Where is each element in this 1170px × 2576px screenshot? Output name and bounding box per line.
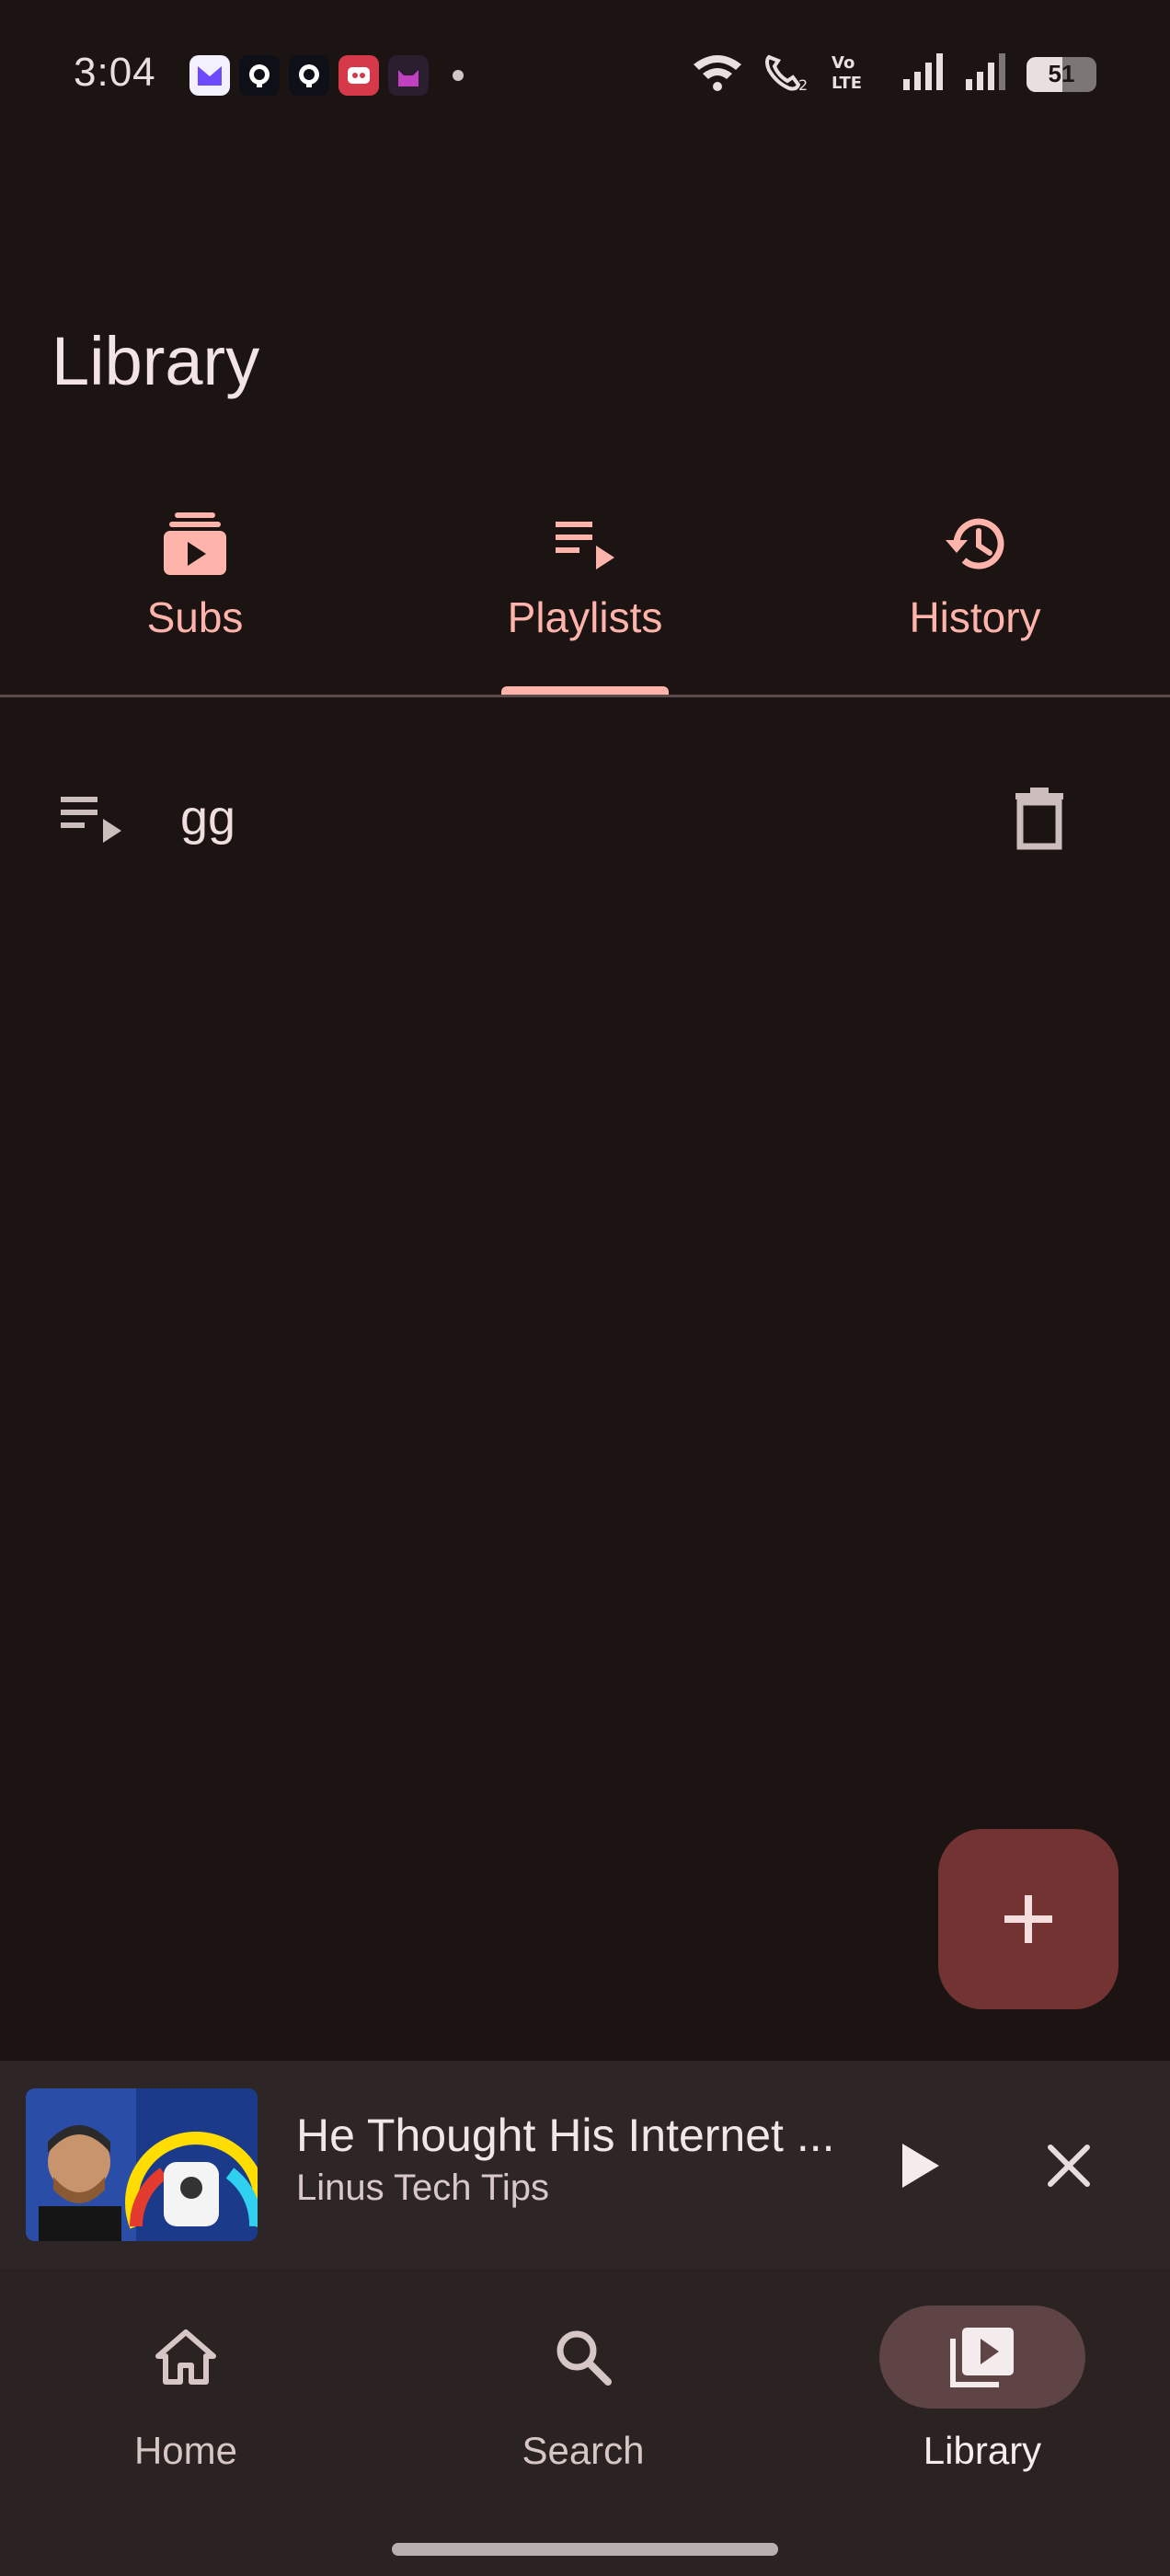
- status-bar: 3:04 2 Vo LTE 51: [0, 0, 1170, 147]
- tab-label: History: [909, 593, 1041, 641]
- tab-history[interactable]: History: [837, 488, 1113, 696]
- bottom-navigation: Home Search Library: [0, 2269, 1170, 2576]
- playlist-play-icon: [55, 782, 129, 856]
- library-tabs: Subs Playlists History: [0, 488, 1170, 696]
- tab-playlists[interactable]: Playlists: [447, 488, 723, 696]
- tab-subs[interactable]: Subs: [57, 488, 333, 696]
- search-icon: [556, 2330, 612, 2386]
- tabs-divider: [0, 695, 1170, 697]
- history-icon: [934, 502, 1016, 585]
- close-icon: [1048, 2145, 1090, 2187]
- mini-player[interactable]: He Thought His Internet ... Linus Tech T…: [0, 2061, 1170, 2269]
- tab-label: Playlists: [507, 593, 663, 641]
- nav-search[interactable]: Search: [454, 2306, 712, 2526]
- add-icon: [1004, 1895, 1052, 1943]
- list-item[interactable]: gg: [0, 745, 1170, 892]
- battery-level: 51: [1048, 60, 1075, 87]
- wifi-calling-icon: 2: [762, 52, 813, 97]
- home-icon: [155, 2329, 216, 2385]
- add-playlist-button[interactable]: [938, 1829, 1118, 2009]
- svg-text:2: 2: [798, 76, 808, 92]
- nav-library[interactable]: Library: [854, 2306, 1111, 2526]
- github-icon: [289, 55, 329, 96]
- playlist-name: gg: [180, 790, 236, 845]
- playlist-play-icon: [544, 502, 626, 585]
- more-notifications-dot: [453, 70, 464, 81]
- svg-text:LTE: LTE: [832, 74, 862, 92]
- proton-mail-icon: [189, 55, 230, 96]
- nav-label: Search: [522, 2429, 645, 2472]
- svg-text:Vo: Vo: [832, 53, 855, 73]
- nav-pill: [879, 2306, 1085, 2409]
- signal-strength-icon: [964, 52, 1010, 97]
- delete-icon: [1015, 788, 1063, 850]
- screen: 3:04 2 Vo LTE 51 Library Subs Playlists …: [0, 0, 1170, 2576]
- wifi-icon: [690, 52, 745, 97]
- system-icons: 2 Vo LTE 51: [690, 52, 1096, 97]
- video-thumbnail[interactable]: [26, 2088, 258, 2241]
- page-title: Library: [52, 323, 260, 399]
- subscriptions-icon: [154, 502, 236, 585]
- now-playing-title[interactable]: He Thought His Internet ...: [296, 2109, 835, 2162]
- close-player-button[interactable]: [1025, 2122, 1113, 2210]
- battery-indicator: 51: [1027, 56, 1096, 92]
- now-playing-artist: Linus Tech Tips: [296, 2168, 549, 2208]
- cat-app-icon: [388, 55, 429, 96]
- play-button[interactable]: [876, 2122, 964, 2210]
- nav-label: Library: [923, 2429, 1042, 2472]
- tab-label: Subs: [146, 593, 244, 641]
- nav-home[interactable]: Home: [57, 2306, 315, 2526]
- nav-pill: [480, 2306, 686, 2409]
- signal-strength-icon: [901, 52, 947, 97]
- status-time: 3:04: [74, 50, 156, 95]
- nav-pill: [83, 2306, 289, 2409]
- red-app-icon: [338, 55, 379, 96]
- play-icon: [902, 2144, 939, 2188]
- notification-icons: [189, 55, 464, 96]
- nav-label: Home: [133, 2429, 238, 2472]
- video-library-icon: [950, 2328, 1014, 2387]
- github-icon: [239, 55, 280, 96]
- delete-button[interactable]: [1003, 778, 1076, 857]
- volte-icon: Vo LTE: [830, 52, 885, 97]
- gesture-navigation-bar[interactable]: [392, 2543, 778, 2556]
